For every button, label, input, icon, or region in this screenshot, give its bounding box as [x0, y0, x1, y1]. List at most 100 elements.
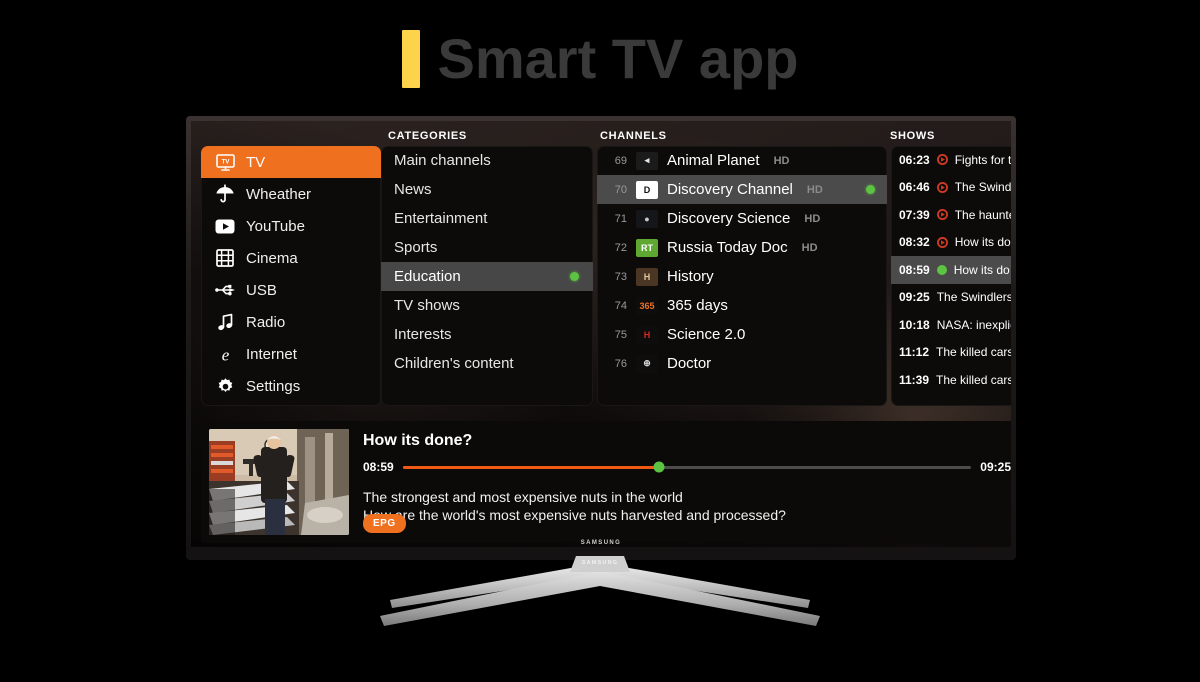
sidebar-item-label: USB	[246, 281, 277, 299]
usb-icon	[215, 280, 235, 300]
discovery-science-logo: ●	[636, 209, 658, 228]
category-item-sports[interactable]: Sports	[381, 233, 593, 262]
show-title: The Swindlers	[936, 290, 1011, 305]
show-row[interactable]: 08:32 How its do	[891, 229, 1011, 257]
tv-screen: CATEGORIES CHANNELS SHOWS TV TV Wheather Yo…	[191, 121, 1011, 547]
now-playing-infobar: How its done? 08:59 09:25 The strongest …	[201, 421, 1011, 543]
channel-number: 70	[614, 183, 627, 196]
categories-header: CATEGORIES	[388, 130, 467, 142]
sidebar-item-cinema[interactable]: Cinema	[201, 242, 381, 274]
show-row[interactable]: 09:25 The Swindlers	[891, 284, 1011, 312]
record-icon	[936, 154, 948, 166]
category-item-label: Entertainment	[394, 210, 488, 227]
category-item-interests[interactable]: Interests	[381, 320, 593, 349]
screen-brand-label: SAMSUNG	[580, 540, 622, 546]
show-row[interactable]: 08:59 How its do	[891, 256, 1011, 284]
category-item-education[interactable]: Education	[381, 262, 593, 291]
show-time: 09:25	[899, 290, 930, 305]
music-note-icon	[215, 312, 235, 332]
channel-hd-badge: HD	[773, 154, 790, 167]
shows-panel: 06:23 Fights for t 06:46 The Swindl 07:39 The…	[891, 146, 1011, 406]
sidebar-item-usb[interactable]: USB	[201, 274, 381, 306]
channel-hd-badge: HD	[804, 212, 821, 225]
show-time: 07:39	[899, 207, 930, 222]
channel-row[interactable]: 74 365 365 days	[597, 291, 887, 320]
show-title: The killed cars	[936, 345, 1011, 360]
category-live-dot	[570, 272, 579, 281]
category-item-children-s-content[interactable]: Children's content	[381, 349, 593, 378]
channel-row[interactable]: 69 ◂ Animal Planet HD	[597, 146, 887, 175]
sidebar-item-youtube[interactable]: YouTube	[201, 210, 381, 242]
channel-name: Discovery Channel	[667, 181, 793, 198]
channel-live-dot	[866, 185, 875, 194]
svg-text:e: e	[221, 345, 229, 364]
show-row[interactable]: 06:46 The Swindl	[891, 174, 1011, 202]
channel-name: History	[667, 268, 714, 285]
sidebar-item-label: Internet	[246, 345, 297, 363]
program-description-line1: The strongest and most expensive nuts in…	[363, 489, 683, 505]
channel-row[interactable]: 70 D Discovery Channel HD	[597, 175, 887, 204]
show-title: The Swindl	[954, 180, 1011, 195]
channel-row[interactable]: 75 H Science 2.0	[597, 320, 887, 349]
show-title: NASA: inexplic	[936, 317, 1011, 332]
channel-name: Doctor	[667, 355, 712, 372]
category-item-main-channels[interactable]: Main channels	[381, 146, 593, 175]
sidebar-item-radio[interactable]: Radio	[201, 306, 381, 338]
record-icon	[936, 209, 948, 221]
program-progress-handle[interactable]	[653, 461, 665, 473]
sidebar-item-label: Settings	[246, 377, 301, 395]
show-time: 08:32	[899, 235, 930, 250]
category-item-label: TV shows	[394, 297, 460, 314]
science-20-logo: H	[636, 325, 658, 344]
epg-badge[interactable]: EPG	[363, 514, 406, 533]
show-title: The killed cars	[936, 372, 1011, 387]
tv-icon: TV	[215, 152, 235, 172]
category-item-tv-shows[interactable]: TV shows	[381, 291, 593, 320]
channel-row[interactable]: 73 H History	[597, 262, 887, 291]
program-progress-row: 08:59 09:25	[363, 460, 1011, 474]
tv-stand-shape: SAMSUNG	[380, 556, 820, 626]
show-time: 11:12	[899, 345, 930, 360]
show-row[interactable]: 11:12 The killed cars	[891, 339, 1011, 367]
sidebar-item-internet[interactable]: e Internet	[201, 338, 381, 370]
category-item-entertainment[interactable]: Entertainment	[381, 204, 593, 233]
channels-panel: 69 ◂ Animal Planet HD 70 D Discovery Channel HD…	[597, 146, 887, 406]
internet-explorer-icon: e	[215, 344, 235, 364]
title-accent-bar	[401, 30, 420, 88]
doctor-logo: ⊕	[636, 354, 658, 373]
channel-name: Russia Today Doc	[667, 239, 788, 256]
program-progress-bar[interactable]	[402, 461, 972, 473]
sidebar-item-wheather[interactable]: Wheather	[201, 178, 381, 210]
channel-row[interactable]: 71 ● Discovery Science HD	[597, 204, 887, 233]
sidebar-item-settings[interactable]: Settings	[201, 370, 381, 402]
show-time: 11:39	[899, 372, 930, 387]
umbrella-icon	[215, 184, 235, 204]
show-row[interactable]: 06:23 Fights for t	[891, 146, 1011, 174]
show-row[interactable]: 10:18 NASA: inexplic	[891, 311, 1011, 339]
program-end-time: 09:25	[980, 460, 1011, 474]
program-title: How its done?	[363, 432, 473, 449]
sidebar-item-tv[interactable]: TV TV	[201, 146, 381, 178]
screenshot-root: Smart TV app CATEGORIES CHANNELS SHOWS T…	[0, 0, 1200, 682]
tv-stand: SAMSUNG	[350, 556, 850, 638]
category-item-news[interactable]: News	[381, 175, 593, 204]
tv-frame: CATEGORIES CHANNELS SHOWS TV TV Wheather Yo…	[186, 116, 1016, 560]
history-logo: H	[636, 267, 658, 286]
category-item-label: News	[394, 181, 432, 198]
svg-text:TV: TV	[221, 159, 229, 165]
main-sidebar: TV TV Wheather YouTube Cinema USB Radio e Intern…	[201, 146, 381, 406]
gear-icon	[215, 376, 235, 396]
channel-row[interactable]: 72 RT Russia Today Doc HD	[597, 233, 887, 262]
program-progress-fill	[402, 465, 659, 469]
show-time: 08:59	[899, 262, 930, 277]
show-row[interactable]: 11:39 The killed cars	[891, 366, 1011, 394]
show-row[interactable]: 07:39 The haunte	[891, 201, 1011, 229]
category-item-label: Interests	[394, 326, 452, 343]
thumbnail-illustration	[209, 429, 349, 535]
channel-number: 69	[614, 154, 627, 167]
channel-row[interactable]: 76 ⊕ Doctor	[597, 349, 887, 378]
category-item-label: Sports	[394, 239, 438, 256]
program-details: How its done? 08:59 09:25 The strongest …	[363, 429, 1011, 535]
category-item-label: Main channels	[394, 152, 491, 169]
category-item-label: Education	[394, 268, 461, 285]
